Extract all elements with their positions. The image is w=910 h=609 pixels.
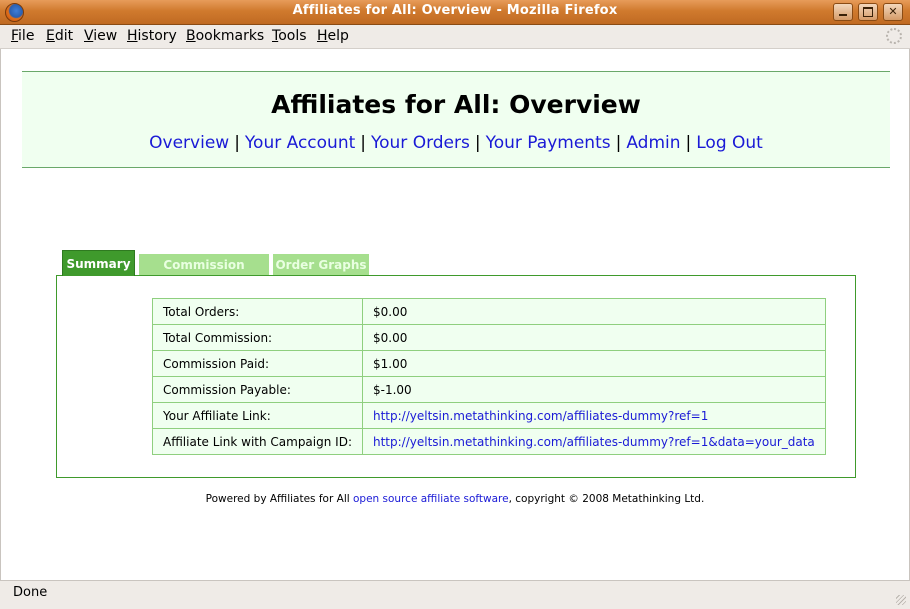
- row-value: $-1.00: [361, 376, 826, 403]
- menu-bar: File Edit View History Bookmarks Tools H…: [0, 25, 910, 49]
- row-label: Commission Paid:: [152, 350, 363, 377]
- footer-link[interactable]: open source affiliate software: [353, 493, 509, 505]
- page-header: Affiliates for All: Overview Overview | Yo…: [22, 71, 890, 168]
- tab-order-graphs[interactable]: Order Graphs: [273, 254, 369, 276]
- menu-bookmarks[interactable]: Bookmarks: [186, 28, 264, 44]
- footer-suffix: , copyright © 2008 Metathinking Ltd.: [508, 493, 705, 505]
- minimize-button[interactable]: [833, 3, 853, 21]
- summary-table: Total Orders: $0.00 Total Commission: $0…: [152, 298, 826, 455]
- maximize-button[interactable]: [858, 3, 878, 21]
- row-label: Total Commission:: [152, 324, 363, 351]
- window-title: Affiliates for All: Overview - Mozilla F…: [292, 3, 618, 18]
- resize-grip-icon[interactable]: [896, 595, 906, 605]
- status-text: Done: [13, 585, 48, 600]
- menu-help[interactable]: Help: [317, 28, 349, 44]
- nav-separator: |: [360, 133, 366, 153]
- menu-edit[interactable]: Edit: [46, 28, 73, 44]
- menu-history[interactable]: History: [127, 28, 177, 44]
- close-button[interactable]: ✕: [883, 3, 903, 21]
- nav-separator: |: [615, 133, 622, 153]
- menu-file[interactable]: File: [11, 28, 34, 44]
- tab-summary[interactable]: Summary: [62, 250, 135, 276]
- window-title-bar[interactable]: Affiliates for All: Overview - Mozilla F…: [0, 0, 910, 25]
- table-row: Total Commission: $0.00: [152, 324, 826, 351]
- nav-your-payments[interactable]: Your Payments: [486, 133, 611, 153]
- row-value: http://yeltsin.metathinking.com/affiliat…: [361, 428, 826, 455]
- table-row: Total Orders: $0.00: [152, 298, 826, 325]
- page-viewport[interactable]: Affiliates for All: Overview Overview | Yo…: [0, 49, 910, 580]
- close-icon: ✕: [888, 5, 898, 18]
- affiliate-campaign-link[interactable]: http://yeltsin.metathinking.com/affiliat…: [373, 435, 815, 449]
- table-row: Commission Paid: $1.00: [152, 350, 826, 377]
- row-label: Total Orders:: [152, 298, 363, 325]
- tab-commission-graphs[interactable]: Commission Graphs: [139, 254, 269, 294]
- footer-prefix: Powered by Affiliates for All: [205, 493, 353, 505]
- table-row: Commission Payable: $-1.00: [152, 376, 826, 403]
- menu-tools[interactable]: Tools: [272, 28, 307, 44]
- row-label: Affiliate Link with Campaign ID:: [152, 428, 363, 455]
- nav-log-out[interactable]: Log Out: [696, 133, 763, 153]
- nav-separator: |: [474, 133, 481, 153]
- page-title: Affiliates for All: Overview: [271, 90, 641, 119]
- main-nav: Overview | Your Account | Your Orders | Your P…: [22, 133, 890, 153]
- maximize-icon: [863, 7, 873, 17]
- row-label: Your Affiliate Link:: [152, 402, 363, 429]
- row-value: $0.00: [361, 298, 826, 325]
- table-row: Affiliate Link with Campaign ID: http://…: [152, 428, 826, 455]
- nav-your-orders[interactable]: Your Orders: [371, 133, 470, 153]
- nav-your-account[interactable]: Your Account: [245, 133, 355, 153]
- nav-separator: |: [685, 133, 692, 153]
- row-label: Commission Payable:: [152, 376, 363, 403]
- table-row: Your Affiliate Link: http://yeltsin.meta…: [152, 402, 826, 429]
- affiliate-link[interactable]: http://yeltsin.metathinking.com/affiliat…: [373, 409, 708, 423]
- row-value: $1.00: [361, 350, 826, 377]
- row-value: http://yeltsin.metathinking.com/affiliat…: [361, 402, 826, 429]
- menu-view[interactable]: View: [84, 28, 117, 44]
- page-footer: Powered by Affiliates for All open sourc…: [1, 493, 909, 505]
- nav-separator: |: [234, 133, 240, 153]
- status-bar: Done: [0, 580, 910, 609]
- nav-overview[interactable]: Overview: [149, 133, 229, 153]
- nav-admin[interactable]: Admin: [626, 133, 680, 153]
- row-value: $0.00: [361, 324, 826, 351]
- throbber-icon: [886, 28, 902, 44]
- minimize-icon: [839, 14, 847, 16]
- summary-panel: Total Orders: $0.00 Total Commission: $0…: [56, 275, 856, 478]
